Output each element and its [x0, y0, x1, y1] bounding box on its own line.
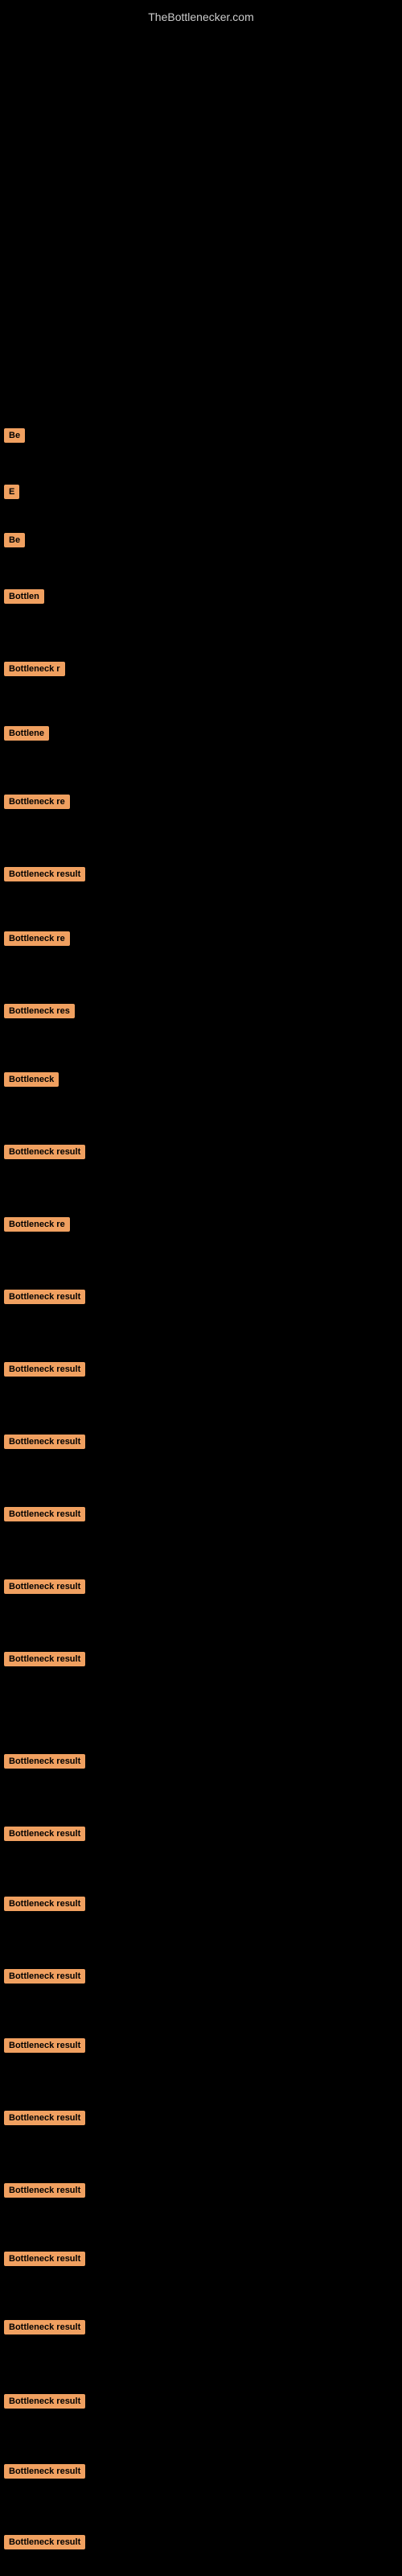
bottleneck-label: Bottleneck result: [4, 1827, 85, 1841]
bottleneck-label: Bottleneck result: [4, 1435, 85, 1449]
bottleneck-label: Bottleneck result: [4, 2394, 85, 2409]
result-item[interactable]: Bottleneck result: [4, 1895, 85, 1913]
bottleneck-label: Bottleneck result: [4, 1897, 85, 1911]
result-item[interactable]: Bottleneck result: [4, 1825, 85, 1843]
bottleneck-label: Bе: [4, 428, 25, 443]
result-item[interactable]: Bottleneck result: [4, 2318, 85, 2336]
bottleneck-label: Bе: [4, 533, 25, 547]
result-item[interactable]: Bottleneck result: [4, 2462, 85, 2480]
bottleneck-label: Bottleneck result: [4, 1290, 85, 1304]
result-item[interactable]: Bottleneck result: [4, 1752, 85, 1770]
bottleneck-label: Bottleneck re: [4, 795, 70, 809]
bottleneck-label: Bottleneck result: [4, 2038, 85, 2053]
bottleneck-label: Bottleneck result: [4, 1362, 85, 1377]
result-item[interactable]: Bottleneck result: [4, 1143, 85, 1161]
bottleneck-label: Bottlen: [4, 589, 44, 604]
result-item[interactable]: E: [4, 483, 19, 501]
bottleneck-label: Bottleneck result: [4, 1652, 85, 1666]
bottleneck-label: Bottleneck res: [4, 1004, 75, 1018]
result-item[interactable]: Bottleneck result: [4, 865, 85, 883]
bottleneck-label: Bottleneck result: [4, 1754, 85, 1769]
result-item[interactable]: Bottleneck result: [4, 2533, 85, 2551]
bottleneck-label: E: [4, 485, 19, 499]
result-item[interactable]: Bottleneck result: [4, 1288, 85, 1306]
result-item[interactable]: Bottleneck: [4, 1071, 59, 1088]
bottleneck-label: Bottleneck result: [4, 1969, 85, 1984]
result-item[interactable]: Bottleneck result: [4, 1650, 85, 1668]
bottleneck-label: Bottleneck result: [4, 2183, 85, 2198]
result-item[interactable]: Bottleneck result: [4, 1433, 85, 1451]
result-item[interactable]: Bе: [4, 427, 25, 444]
result-item[interactable]: Bottleneck result: [4, 2109, 85, 2127]
result-item[interactable]: Bottlen: [4, 588, 44, 605]
result-item[interactable]: Bottleneck r: [4, 660, 65, 678]
result-item[interactable]: Bе: [4, 531, 25, 549]
bottleneck-label: Bottleneck result: [4, 1507, 85, 1521]
bottleneck-label: Bottleneck result: [4, 1145, 85, 1159]
bottleneck-label: Bottleneck r: [4, 662, 65, 676]
result-item[interactable]: Bottleneck result: [4, 2392, 85, 2410]
bottleneck-label: Bottlene: [4, 726, 49, 741]
result-item[interactable]: Bottleneck result: [4, 1967, 85, 1985]
result-item[interactable]: Bottleneck re: [4, 793, 70, 811]
result-item[interactable]: Bottleneck result: [4, 2250, 85, 2268]
bottleneck-label: Bottleneck result: [4, 2464, 85, 2479]
bottleneck-label: Bottleneck result: [4, 1579, 85, 1594]
site-title: TheBottlenecker.com: [0, 4, 402, 30]
result-item[interactable]: Bottleneck result: [4, 1578, 85, 1596]
result-item[interactable]: Bottleneck result: [4, 1360, 85, 1378]
bottleneck-label: Bottleneck result: [4, 867, 85, 881]
bottleneck-label: Bottleneck result: [4, 2252, 85, 2266]
result-item[interactable]: Bottleneck re: [4, 930, 70, 947]
result-item[interactable]: Bottlene: [4, 724, 49, 742]
result-item[interactable]: Bottleneck res: [4, 1002, 75, 1020]
bottleneck-label: Bottleneck result: [4, 2111, 85, 2125]
bottleneck-label: Bottleneck re: [4, 1217, 70, 1232]
bottleneck-label: Bottleneck: [4, 1072, 59, 1087]
bottleneck-label: Bottleneck result: [4, 2320, 85, 2334]
bottleneck-label: Bottleneck result: [4, 2535, 85, 2549]
bottleneck-label: Bottleneck re: [4, 931, 70, 946]
result-item[interactable]: Bottleneck result: [4, 2182, 85, 2199]
result-item[interactable]: Bottleneck result: [4, 1505, 85, 1523]
result-item[interactable]: Bottleneck result: [4, 2037, 85, 2054]
result-item[interactable]: Bottleneck re: [4, 1216, 70, 1233]
